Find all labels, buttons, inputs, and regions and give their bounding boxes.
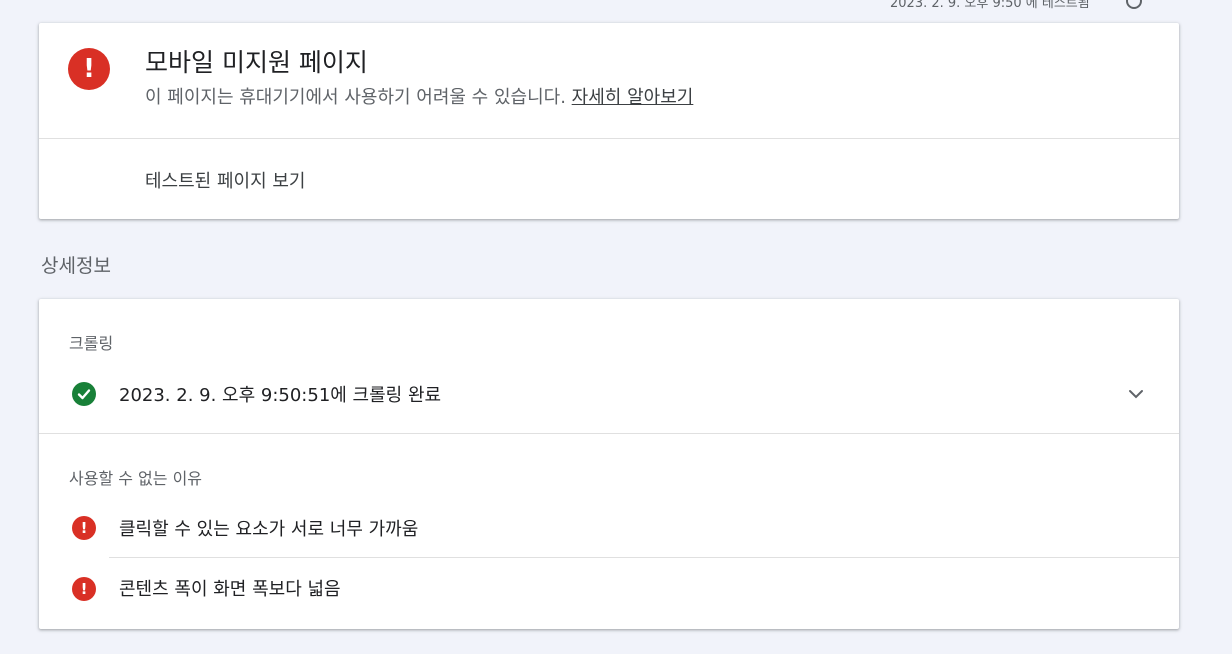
divider [39, 138, 1179, 139]
check-circle-icon [72, 382, 96, 406]
chevron-down-icon[interactable] [1125, 383, 1147, 405]
learn-more-link[interactable]: 자세히 알아보기 [572, 87, 694, 108]
tested-timestamp-text: 2023. 2. 9. 오후 9:50 에 테스트됨 [890, 0, 1090, 11]
crawl-label: 크롤링 [69, 334, 114, 353]
details-heading: 상세정보 [41, 255, 111, 277]
issues-label: 사용할 수 없는 이유 [69, 469, 203, 488]
view-tested-page-button[interactable]: 테스트된 페이지 보기 [145, 167, 305, 193]
status-subtitle-text: 이 페이지는 휴대기기에서 사용하기 어려울 수 있습니다. [145, 87, 566, 108]
mobile-usability-status-card: ! 모바일 미지원 페이지 이 페이지는 휴대기기에서 사용하기 어려울 수 있… [39, 23, 1179, 219]
divider [39, 433, 1179, 434]
crawl-status-text: 2023. 2. 9. 오후 9:50:51에 크롤링 완료 [119, 385, 442, 406]
status-subtitle: 이 페이지는 휴대기기에서 사용하기 어려울 수 있습니다. 자세히 알아보기 [145, 83, 693, 109]
error-icon: ! [72, 516, 96, 540]
tested-timestamp: 2023. 2. 9. 오후 9:50 에 테스트됨 [890, 0, 1190, 11]
status-title: 모바일 미지원 페이지 [145, 48, 368, 77]
issue-item[interactable]: 콘텐츠 폭이 화면 폭보다 넓음 [119, 575, 341, 601]
help-icon[interactable] [1126, 0, 1142, 9]
details-card: 크롤링 2023. 2. 9. 오후 9:50:51에 크롤링 완료 사용할 수… [39, 299, 1179, 629]
issue-item[interactable]: 클릭할 수 있는 요소가 서로 너무 가까움 [119, 515, 418, 541]
error-icon: ! [68, 48, 110, 90]
error-icon: ! [72, 577, 96, 601]
divider [109, 557, 1179, 558]
